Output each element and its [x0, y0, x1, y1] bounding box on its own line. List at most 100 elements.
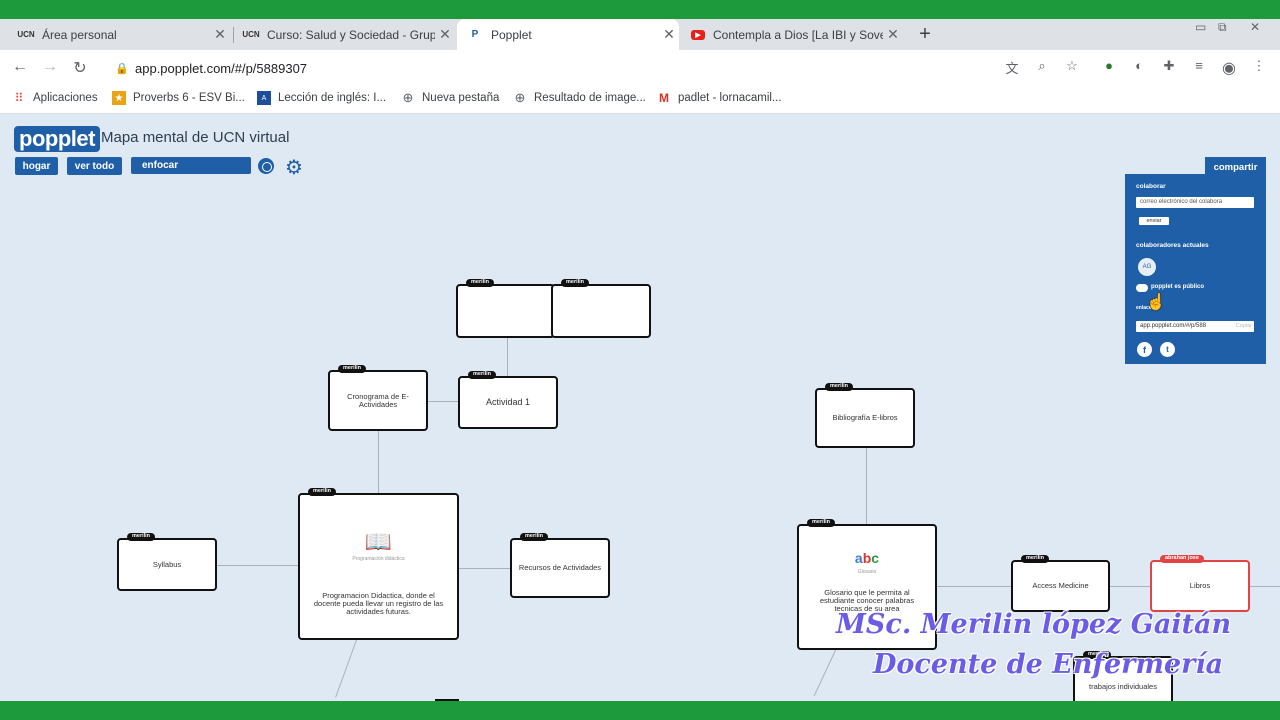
reload-icon[interactable]: ↻	[70, 58, 90, 78]
share-link-field[interactable]: app.popplet.com/#/p/588 Copiar	[1136, 321, 1254, 332]
popple-text: Syllabus	[152, 559, 182, 569]
popple-recursos[interactable]: merilin Recursos de Actividades	[510, 533, 610, 598]
popple-libros[interactable]: abrahan jose Libros	[1150, 555, 1250, 612]
popple-image-caption: Glosario	[857, 568, 877, 575]
connector-line	[426, 401, 460, 402]
close-window-icon[interactable]: ✕	[1250, 20, 1260, 34]
new-tab-icon[interactable]: +	[915, 19, 935, 50]
tab-title: Área personal	[42, 27, 117, 42]
collaborator-email-input[interactable]: correo electrónico del colabora	[1136, 197, 1254, 208]
popple-cronograma[interactable]: merilin Cronograma de E-Actividades	[328, 365, 428, 431]
facebook-icon[interactable]: f	[1137, 342, 1152, 357]
profile-icon[interactable]: ◉	[1220, 58, 1238, 77]
author-tag: merilin	[338, 365, 367, 373]
popplet-logo: popplet	[14, 126, 100, 152]
extension-icon[interactable]: ◐	[1130, 58, 1148, 76]
twitter-icon[interactable]: t	[1160, 342, 1175, 357]
tab-curso[interactable]: UCN Curso: Salud y Sociedad - Grupo ✕	[233, 19, 455, 50]
mouse-cursor-icon: ☝	[1146, 294, 1166, 311]
popple-programacion[interactable]: merilin 📖 Programación didáctica Program…	[298, 488, 459, 640]
popple-text: Bibliografía E-libros	[832, 413, 898, 423]
public-label: popplet es público	[1151, 284, 1205, 290]
popple-text: Recursos de Actividades	[518, 563, 602, 573]
connector-line	[378, 430, 379, 494]
bookmark-label: Aplicaciones	[33, 92, 98, 104]
lock-icon: 🔒	[115, 63, 129, 75]
tab-contempla[interactable]: ▶ Contempla a Dios [La IBI y Soven ✕	[681, 19, 903, 50]
popple-syllabus[interactable]: merilin Syllabus	[117, 533, 217, 591]
back-icon[interactable]: ←	[10, 58, 30, 76]
connector-line	[866, 448, 867, 526]
author-tag: merilin	[308, 488, 337, 496]
watermark-role: Docente de Enfermería	[873, 649, 1224, 680]
bookmark-padlet[interactable]: M padlet - lornacamil...	[657, 85, 782, 111]
globe-icon: ⊕	[514, 90, 526, 105]
connector-line	[935, 586, 1013, 587]
lesson-icon: A	[257, 91, 271, 105]
author-tag: merilin	[466, 279, 495, 287]
minimize-icon[interactable]: ▭	[1195, 20, 1206, 34]
home-button[interactable]: hogar	[15, 157, 58, 175]
popple-text: Programacion Didactica, donde el docente…	[313, 591, 444, 617]
popple-access-medicine[interactable]: merilin Access Medicine	[1011, 555, 1110, 612]
star-icon[interactable]: ☆	[1063, 58, 1081, 76]
public-toggle[interactable]	[1136, 284, 1148, 292]
connector-line	[1108, 586, 1152, 587]
puzzle-icon[interactable]: ✚	[1160, 58, 1178, 76]
browser-tab-strip: UCN Área personal ✕ UCN Curso: Salud y S…	[0, 19, 1280, 50]
bookmark-apps[interactable]: ⠿ Aplicaciones	[12, 85, 98, 111]
bookmark-label: Lección de inglés: I...	[278, 92, 387, 104]
esv-icon: ★	[112, 91, 126, 105]
author-tag: merilin	[807, 519, 836, 527]
watermark-name: MSc. Merilin lópez Gaitán	[836, 609, 1232, 640]
popple-text: Cronograma de E-Actividades	[347, 391, 409, 409]
reading-list-icon[interactable]: ≡	[1190, 58, 1208, 76]
book-icon: 📖	[364, 529, 393, 554]
view-all-button[interactable]: ver todo	[67, 157, 122, 175]
author-tag: merilin	[127, 533, 156, 541]
connector-line	[1248, 586, 1280, 587]
popple-empty[interactable]: merilin	[456, 279, 555, 338]
avatar[interactable]: AG	[1138, 258, 1156, 276]
popple-text: Libros	[1189, 581, 1211, 591]
popple-text: trabajos individuales	[1089, 682, 1157, 691]
bookmark-resultado[interactable]: ⊕ Resultado de image...	[513, 85, 646, 111]
close-tab-icon[interactable]: ✕	[659, 26, 679, 43]
connector-line	[216, 565, 300, 566]
address-bar[interactable]: 🔒 app.popplet.com/#/p/5889307	[103, 55, 1093, 81]
extension-icon[interactable]: ●	[1100, 58, 1118, 76]
author-tag: merilin	[561, 279, 590, 287]
abc-blocks-icon: abc	[854, 550, 880, 566]
tab-title: Contempla a Dios [La IBI y Soven	[713, 27, 883, 42]
translate-icon[interactable]: 文	[1003, 58, 1021, 76]
send-invite-button[interactable]: enviar	[1139, 217, 1169, 225]
tab-area-personal[interactable]: UCN Área personal ✕	[8, 19, 230, 50]
close-tab-icon[interactable]: ✕	[883, 26, 903, 43]
popple-actividad-1[interactable]: merilin Actividad 1	[458, 371, 558, 429]
copy-link-button[interactable]: Copiar	[1236, 321, 1254, 332]
popple-text: Access Medicine	[1032, 581, 1089, 591]
popple-empty[interactable]: merilin	[551, 279, 651, 338]
close-tab-icon[interactable]: ✕	[435, 26, 455, 43]
gear-icon[interactable]: ⚙	[285, 155, 303, 180]
close-tab-icon[interactable]: ✕	[210, 26, 230, 43]
current-collaborators-label: colaboradores actuales	[1136, 242, 1209, 249]
bookmark-nueva-pestana[interactable]: ⊕ Nueva pestaña	[401, 85, 500, 111]
ucn-favicon-icon: UCN	[17, 30, 35, 39]
restore-icon[interactable]: ⧉	[1218, 20, 1227, 35]
tab-popplet[interactable]: P Popplet ✕	[457, 19, 679, 50]
focus-button[interactable]: enfocar	[131, 157, 251, 174]
author-tag: merilin	[1021, 555, 1050, 563]
forward-icon[interactable]: →	[40, 58, 60, 76]
popplet-canvas[interactable]: popplet Mapa mental de UCN virtual hogar…	[0, 114, 1280, 701]
zoom-icon[interactable]: ⌕	[1033, 58, 1051, 76]
map-title[interactable]: Mapa mental de UCN virtual	[101, 129, 289, 146]
author-tag: abrahan jose	[1160, 555, 1204, 563]
menu-icon[interactable]: ⋮	[1250, 58, 1268, 76]
connector-line	[335, 639, 357, 698]
url-text: app.popplet.com/#/p/5889307	[135, 60, 308, 76]
color-circle-icon[interactable]	[258, 158, 274, 174]
popple-bibliografia[interactable]: merilin Bibliografía E-libros	[815, 383, 915, 448]
bookmark-proverbs[interactable]: ★ Proverbs 6 - ESV Bi...	[112, 85, 245, 111]
bookmark-leccion[interactable]: A Lección de inglés: I...	[257, 85, 386, 111]
